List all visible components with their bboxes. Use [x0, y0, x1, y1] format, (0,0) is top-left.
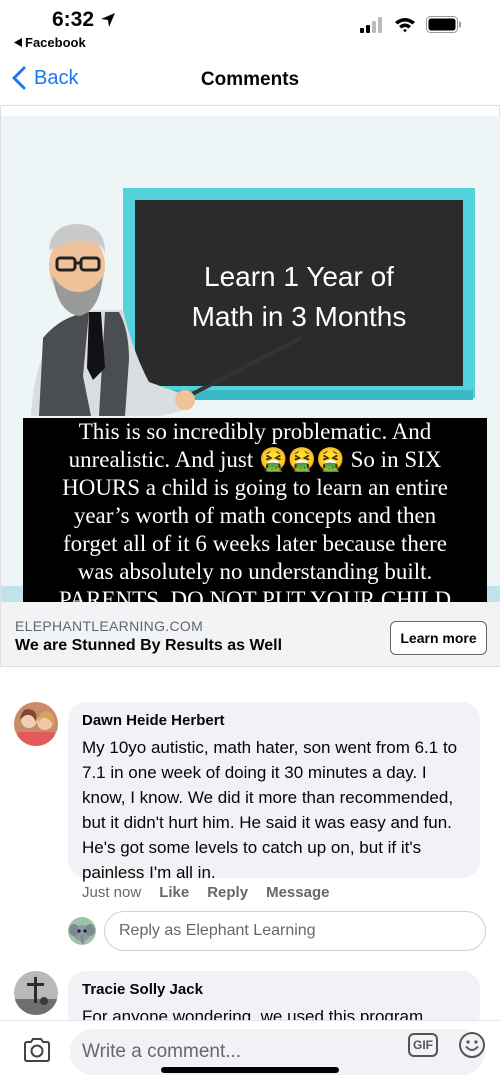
- overlay-line: year’s worth of math concepts and then: [73, 503, 437, 528]
- overlay-line: forget all of it 6 weeks later because t…: [62, 531, 447, 556]
- reply-button[interactable]: Reply: [207, 884, 248, 901]
- nav-bar: Back Comments: [0, 56, 500, 106]
- reply-input[interactable]: Reply as Elephant Learning: [104, 911, 486, 951]
- overlay-line: unrealistic. And just 🤮🤮🤮 So in SIX: [68, 447, 442, 472]
- overlay-line: PARENTS, DO NOT PUT YOUR CHILD: [58, 587, 452, 602]
- overlay-line: HOURS a child is going to learn an entir…: [62, 475, 448, 500]
- comment-text: My 10yo autistic, math hater, son went f…: [82, 738, 458, 882]
- home-indicator: [161, 1067, 339, 1073]
- ad-image[interactable]: Learn 1 Year of Math in 3 Months This is…: [1, 116, 500, 602]
- time-label: 6:32: [52, 8, 95, 31]
- status-time: 6:32: [52, 8, 116, 32]
- board-line-2: Math in 3 Months: [192, 301, 407, 332]
- reply-row: Reply as Elephant Learning: [68, 911, 488, 951]
- caption-overlay: This is so incredibly problematic. And u…: [23, 418, 487, 602]
- gif-button[interactable]: GIF: [408, 1033, 438, 1062]
- sponsored-ad-card[interactable]: Learn 1 Year of Math in 3 Months This is…: [0, 106, 500, 667]
- comment-timestamp: Just now: [82, 884, 142, 901]
- ad-headline: We are Stunned By Results as Well: [15, 637, 283, 654]
- overlay-line: was absolutely no understanding built.: [77, 559, 433, 584]
- status-icons: [360, 16, 462, 33]
- comment-actions: Just now Like Reply Message: [82, 884, 329, 901]
- camera-icon: [24, 1038, 50, 1062]
- comment-bubble: Dawn Heide Herbert My 10yo autistic, mat…: [68, 702, 480, 882]
- avatar[interactable]: [14, 971, 58, 1015]
- ad-domain: ELEPHANTLEARNING.COM: [15, 618, 204, 634]
- profile-photo-icon: [14, 702, 58, 746]
- gif-label: GIF: [413, 1038, 433, 1052]
- page-avatar: [68, 917, 96, 945]
- back-app-label: Facebook: [25, 35, 86, 50]
- comment-author[interactable]: Tracie Solly Jack: [82, 981, 466, 998]
- location-arrow-icon: [101, 13, 116, 27]
- back-triangle-icon: [14, 38, 22, 47]
- emoji-button[interactable]: [458, 1031, 486, 1064]
- like-button[interactable]: Like: [159, 884, 189, 901]
- elephant-logo-icon: [68, 917, 96, 945]
- emoji-icon: [459, 1032, 485, 1058]
- camera-button[interactable]: [22, 1037, 52, 1068]
- back-to-app-link[interactable]: Facebook: [14, 35, 86, 50]
- comment-author[interactable]: Dawn Heide Herbert: [82, 712, 466, 729]
- page-title: Comments: [200, 69, 300, 90]
- board-line-1: Learn 1 Year of: [204, 261, 394, 292]
- learn-more-button[interactable]: Learn more: [390, 621, 487, 655]
- ad-link-footer[interactable]: ELEPHANTLEARNING.COM We are Stunned By R…: [1, 602, 500, 666]
- avatar[interactable]: [14, 702, 58, 746]
- message-button[interactable]: Message: [266, 884, 329, 901]
- wifi-icon: [395, 17, 415, 32]
- battery-icon: [426, 16, 461, 33]
- profile-photo-icon: [14, 971, 58, 1015]
- status-bar: 6:32 Facebook: [0, 0, 500, 56]
- signal-icon: [360, 16, 382, 33]
- overlay-line: This is so incredibly problematic. And: [78, 419, 432, 444]
